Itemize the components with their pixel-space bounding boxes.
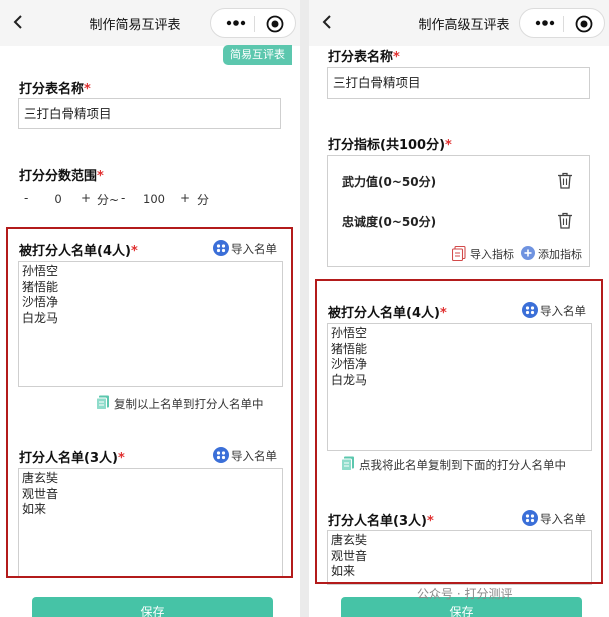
import-raters-button[interactable]: 导入名单 bbox=[213, 447, 288, 465]
copy-to-raters-label: 复制以上名单到打分人名单中 bbox=[114, 397, 264, 411]
list-item: 如来 bbox=[22, 502, 47, 516]
list-item: 白龙马 bbox=[22, 310, 59, 325]
people-icon bbox=[213, 447, 229, 463]
plus-circle-icon bbox=[521, 246, 535, 260]
import-raters-label: 导入名单 bbox=[231, 449, 277, 463]
metric-item-loyalty[interactable]: 忠诚度(0~50分) bbox=[342, 213, 436, 230]
min-score-input[interactable]: 0 bbox=[40, 189, 76, 209]
page-title: 制作简易互评表 bbox=[89, 18, 181, 33]
more-icon[interactable] bbox=[534, 17, 556, 29]
rated-list-label: 被打分人名单(4人)* bbox=[19, 244, 138, 259]
rated-list-textarea[interactable]: 孙悟空 猪悟能 沙悟净 白龙马 bbox=[327, 323, 592, 451]
simple-form-tag: 简易互评表 bbox=[223, 45, 292, 65]
add-metric-button[interactable]: 添加指标 bbox=[521, 246, 591, 262]
people-icon bbox=[522, 302, 538, 318]
metrics-label: 打分指标(共100分)* bbox=[328, 138, 452, 153]
add-metric-label: 添加指标 bbox=[538, 248, 582, 261]
copy-icon bbox=[96, 395, 109, 410]
import-rated-button[interactable]: 导入名单 bbox=[522, 302, 597, 320]
raters-list-label: 打分人名单(3人)* bbox=[328, 514, 434, 529]
import-raters-label: 导入名单 bbox=[540, 512, 586, 526]
more-icon[interactable] bbox=[225, 17, 247, 29]
list-item: 观世音 bbox=[22, 486, 59, 501]
list-item: 猪悟能 bbox=[331, 341, 368, 356]
list-item: 孙悟空 bbox=[22, 264, 59, 278]
copy-to-raters-link[interactable]: 复制以上名单到打分人名单中 bbox=[96, 395, 281, 413]
copy-to-raters-label: 点我将此名单复制到下面的打分人名单中 bbox=[359, 458, 566, 472]
raters-list-textarea[interactable]: 唐玄奘 观世音 如来 bbox=[327, 530, 592, 585]
metrics-box: 武力值(0~50分) 忠诚度(0~50分) 导入指标 添加指标 bbox=[327, 155, 590, 267]
menu-capsule[interactable] bbox=[519, 8, 605, 38]
list-item: 唐玄奘 bbox=[22, 471, 59, 485]
capsule-divider bbox=[254, 16, 255, 32]
form-name-label: 打分表名称* bbox=[19, 82, 91, 97]
form-name-label: 打分表名称* bbox=[328, 50, 400, 65]
max-increment-button[interactable]: + bbox=[180, 191, 190, 205]
max-score-input[interactable]: 100 bbox=[136, 189, 172, 209]
menu-capsule[interactable] bbox=[210, 8, 296, 38]
target-icon[interactable] bbox=[575, 15, 593, 33]
list-item: 如来 bbox=[331, 564, 356, 578]
capsule-divider bbox=[563, 16, 564, 32]
import-raters-button[interactable]: 导入名单 bbox=[522, 510, 597, 528]
raters-list-textarea[interactable]: 唐玄奘 观世音 如来 bbox=[18, 468, 283, 578]
max-decrement-button[interactable]: - bbox=[121, 191, 125, 205]
copy-icon bbox=[341, 456, 354, 471]
left-screen: 制作简易互评表 简易互评表 打分表名称* 三打白骨精项目 打分分数范围* - 0… bbox=[0, 0, 300, 617]
trash-icon[interactable] bbox=[557, 172, 573, 189]
watermark: 公众号 · 打分测评 bbox=[417, 587, 513, 601]
import-rated-label: 导入名单 bbox=[231, 242, 277, 256]
import-rated-label: 导入名单 bbox=[540, 304, 586, 318]
right-screen: 制作高级互评表 打分表名称* 三打白骨精项目 打分指标(共100分)* 武力值(… bbox=[309, 0, 609, 617]
trash-icon[interactable] bbox=[557, 212, 573, 229]
min-increment-button[interactable]: + bbox=[81, 191, 91, 205]
people-icon bbox=[213, 240, 229, 256]
score-range-stepper: - 0 + 分~ - 100 + 分 bbox=[18, 189, 278, 209]
list-item: 猪悟能 bbox=[22, 279, 59, 294]
copy-to-raters-link[interactable]: 点我将此名单复制到下面的打分人名单中 bbox=[341, 456, 591, 474]
rated-list-label: 被打分人名单(4人)* bbox=[328, 306, 447, 321]
back-icon[interactable] bbox=[317, 10, 339, 34]
list-item: 唐玄奘 bbox=[331, 533, 368, 547]
back-icon[interactable] bbox=[8, 10, 30, 34]
list-item: 孙悟空 bbox=[331, 326, 368, 340]
form-name-input[interactable]: 三打白骨精项目 bbox=[18, 98, 281, 129]
min-decrement-button[interactable]: - bbox=[24, 191, 28, 205]
raters-list-label: 打分人名单(3人)* bbox=[19, 451, 125, 466]
navigation-bar: 制作简易互评表 bbox=[0, 0, 300, 46]
import-metrics-label: 导入指标 bbox=[470, 248, 514, 261]
save-button[interactable]: 保存 bbox=[32, 597, 273, 617]
form-name-input[interactable]: 三打白骨精项目 bbox=[327, 67, 590, 99]
people-icon bbox=[522, 510, 538, 526]
list-item: 白龙马 bbox=[331, 372, 368, 387]
import-metric-icon bbox=[452, 246, 466, 261]
metric-item-force[interactable]: 武力值(0~50分) bbox=[342, 173, 436, 190]
score-range-label: 打分分数范围* bbox=[19, 169, 104, 184]
range-unit: 分 bbox=[197, 193, 210, 207]
target-icon[interactable] bbox=[266, 15, 284, 33]
rated-list-textarea[interactable]: 孙悟空 猪悟能 沙悟净 白龙马 bbox=[18, 261, 283, 387]
import-rated-button[interactable]: 导入名单 bbox=[213, 240, 288, 258]
list-item: 沙悟净 bbox=[331, 357, 368, 371]
range-separator: 分~ bbox=[97, 193, 120, 207]
navigation-bar: 制作高级互评表 bbox=[309, 0, 609, 46]
list-item: 沙悟净 bbox=[22, 295, 59, 309]
list-item: 观世音 bbox=[331, 548, 368, 563]
import-metrics-button[interactable]: 导入指标 bbox=[452, 246, 522, 262]
